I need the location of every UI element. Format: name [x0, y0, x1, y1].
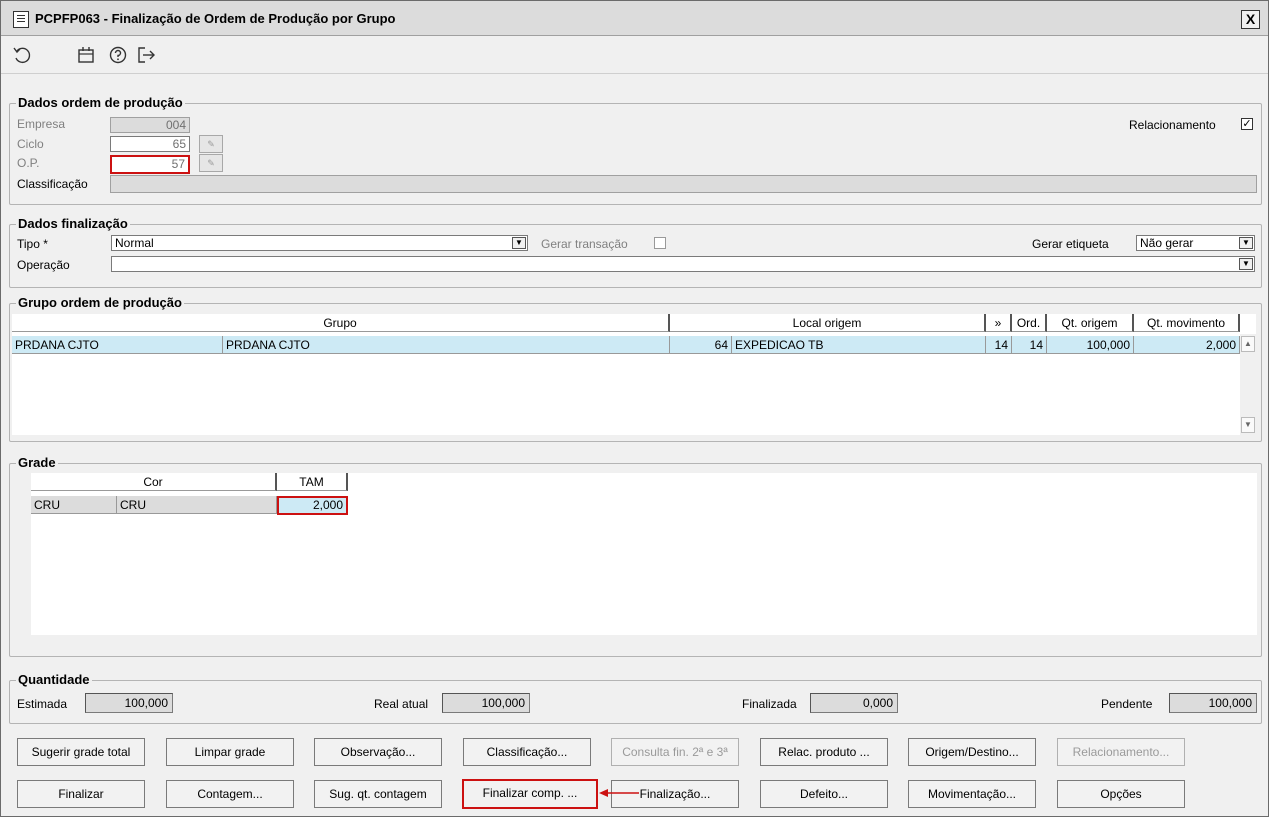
- grade-grid: Cor TAM CRU CRU 2,000: [31, 473, 1257, 635]
- pendente-label: Pendente: [1101, 697, 1153, 711]
- observacao-button[interactable]: Observação...: [314, 738, 442, 766]
- chevron-down-icon[interactable]: ▼: [1239, 258, 1253, 270]
- grupo-ordem-title: Grupo ordem de produção: [16, 295, 184, 310]
- calendar-icon[interactable]: [75, 44, 97, 66]
- qt-movimento-cell[interactable]: 2,000: [1134, 336, 1240, 354]
- real-atual-field: 100,000: [442, 693, 530, 713]
- contagem-button[interactable]: Contagem...: [166, 780, 294, 808]
- main-window: PCPFP063 - Finalização de Ordem de Produ…: [0, 0, 1269, 817]
- empresa-field: 004: [110, 117, 190, 133]
- sug-qt-contagem-button[interactable]: Sug. qt. contagem: [314, 780, 442, 808]
- chevron-down-icon[interactable]: ▼: [1239, 237, 1253, 249]
- finalizada-field: 0,000: [810, 693, 898, 713]
- scroll-up-icon[interactable]: ▲: [1241, 336, 1255, 352]
- scroll-down-icon[interactable]: ▼: [1241, 417, 1255, 433]
- grade-title: Grade: [16, 455, 58, 470]
- local-desc-cell[interactable]: EXPEDICAO TB: [732, 336, 986, 354]
- relacionamento-label: Relacionamento: [1129, 118, 1216, 132]
- dados-ordem-title: Dados ordem de produção: [16, 95, 185, 110]
- col-cor[interactable]: Cor: [31, 473, 277, 491]
- qt-origem-cell[interactable]: 100,000: [1047, 336, 1134, 354]
- real-atual-label: Real atual: [374, 697, 429, 711]
- movimentacao-button[interactable]: Movimentação...: [908, 780, 1036, 808]
- col-tam[interactable]: TAM: [277, 473, 348, 491]
- relac-produto-button[interactable]: Relac. produto ...: [760, 738, 888, 766]
- grupo-grid: Grupo Local origem » Ord. Qt. origem Qt.…: [12, 314, 1256, 435]
- local-code-cell[interactable]: 64: [670, 336, 732, 354]
- app-document-icon: [13, 11, 29, 28]
- op-field[interactable]: 57: [110, 155, 190, 174]
- classificacao-button[interactable]: Classificação...: [463, 738, 591, 766]
- help-icon[interactable]: [107, 44, 129, 66]
- gerar-etiqueta-label: Gerar etiqueta: [1032, 237, 1109, 251]
- classificacao-field: [110, 175, 1257, 193]
- relacionamento-button[interactable]: Relacionamento...: [1057, 738, 1185, 766]
- limpar-grade-button[interactable]: Limpar grade: [166, 738, 294, 766]
- empresa-label: Empresa: [17, 117, 66, 131]
- tipo-select[interactable]: Normal ▼: [111, 235, 528, 251]
- origem-destino-button[interactable]: Origem/Destino...: [908, 738, 1036, 766]
- op-lookup-button[interactable]: ✎: [199, 154, 223, 172]
- ciclo-label: Ciclo: [17, 137, 44, 151]
- cor-desc-cell: CRU: [117, 496, 277, 514]
- close-button[interactable]: X: [1241, 10, 1260, 29]
- tipo-label: Tipo *: [17, 237, 48, 251]
- finalizada-label: Finalizada: [742, 697, 797, 711]
- quantidade-group: Quantidade: [9, 672, 1262, 724]
- defeito-button[interactable]: Defeito...: [760, 780, 888, 808]
- cor-code-cell: CRU: [31, 496, 117, 514]
- col-qt-origem[interactable]: Qt. origem: [1047, 314, 1134, 332]
- consulta-fin-button[interactable]: Consulta fin. 2ª e 3ª: [611, 738, 739, 766]
- gerar-transacao-checkbox[interactable]: [654, 237, 666, 249]
- nav-cell[interactable]: 14: [986, 336, 1012, 354]
- toolbar: [1, 36, 1268, 74]
- col-grupo[interactable]: Grupo: [12, 314, 670, 332]
- opcoes-button[interactable]: Opções: [1057, 780, 1185, 808]
- operacao-select[interactable]: ▼: [111, 256, 1255, 272]
- annotation-arrow-icon: [599, 789, 639, 797]
- col-nav[interactable]: »: [986, 314, 1012, 332]
- gerar-etiqueta-value: Não gerar: [1140, 236, 1194, 250]
- finalizar-button[interactable]: Finalizar: [17, 780, 145, 808]
- exit-icon[interactable]: [135, 44, 157, 66]
- gerar-transacao-label: Gerar transação: [541, 237, 628, 251]
- quantidade-title: Quantidade: [16, 672, 92, 687]
- ord-cell[interactable]: 14: [1012, 336, 1047, 354]
- pendente-field: 100,000: [1169, 693, 1257, 713]
- gerar-etiqueta-select[interactable]: Não gerar ▼: [1136, 235, 1255, 251]
- title-bar: PCPFP063 - Finalização de Ordem de Produ…: [1, 1, 1268, 36]
- operacao-label: Operação: [17, 258, 70, 272]
- col-local-origem[interactable]: Local origem: [670, 314, 986, 332]
- refresh-icon[interactable]: [11, 44, 33, 66]
- op-label: O.P.: [17, 156, 40, 170]
- estimada-label: Estimada: [17, 697, 68, 711]
- dados-finalizacao-title: Dados finalização: [16, 216, 130, 231]
- grupo-code-cell[interactable]: PRDANA CJTO: [12, 336, 223, 354]
- grupo-scrollbar[interactable]: ▲ ▼: [1240, 334, 1256, 435]
- tam-qty-cell[interactable]: 2,000: [277, 496, 348, 515]
- sugerir-grade-total-button[interactable]: Sugerir grade total: [17, 738, 145, 766]
- classificacao-label: Classificação: [17, 177, 88, 191]
- finalizar-comp-button[interactable]: Finalizar comp. ...: [462, 779, 598, 809]
- tipo-value: Normal: [115, 236, 154, 250]
- col-ord[interactable]: Ord.: [1012, 314, 1047, 332]
- ciclo-field[interactable]: 65: [110, 136, 190, 152]
- relacionamento-checkbox[interactable]: ✓: [1241, 118, 1253, 130]
- chevron-down-icon[interactable]: ▼: [512, 237, 526, 249]
- col-qt-movimento[interactable]: Qt. movimento: [1134, 314, 1240, 332]
- window-title: PCPFP063 - Finalização de Ordem de Produ…: [35, 11, 396, 26]
- estimada-field: 100,000: [85, 693, 173, 713]
- ciclo-lookup-button[interactable]: ✎: [199, 135, 223, 153]
- grupo-desc-cell[interactable]: PRDANA CJTO: [223, 336, 670, 354]
